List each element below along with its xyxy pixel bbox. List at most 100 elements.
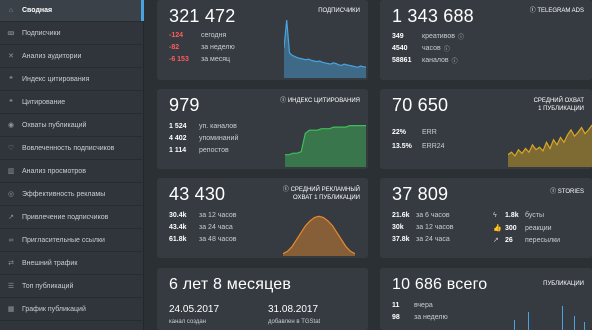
stat-value: 21.6k bbox=[392, 212, 410, 219]
info-icon: ⓘ bbox=[282, 187, 291, 193]
stat-label: за неделю bbox=[201, 44, 235, 51]
sidebar-item-label: Сводная bbox=[22, 7, 53, 14]
stat-row: 21.6k за 6 часов bbox=[392, 212, 450, 219]
stat-row: 1 524 уп. каналов bbox=[169, 123, 237, 130]
stat-row: 30.4k за 12 часов bbox=[169, 212, 237, 219]
stat-value: 1 114 bbox=[169, 147, 187, 154]
subscribers-caption: ПОДПИСЧИКИ bbox=[318, 8, 360, 14]
card-citation-index[interactable]: 979 ⓘ ИНДЕКС ЦИТИРОВАНИЯ 1 524 уп. канало… bbox=[157, 89, 368, 169]
x-icon: ✕ bbox=[8, 53, 14, 60]
info-icon: ⓘ bbox=[280, 98, 288, 104]
stat-label: бусты bbox=[525, 212, 545, 219]
card-ad-reach[interactable]: 43 430 ⓘ СРЕДНИЙ РЕКЛАМНЫЙ ОХВАТ 1 ПУБЛИК… bbox=[157, 178, 368, 258]
traffic-icon: ⇄ bbox=[8, 260, 14, 267]
bolt-icon: ϟ bbox=[493, 212, 497, 219]
stat-value: -82 bbox=[169, 44, 180, 51]
stat-row: ϟ 1.8k бусты bbox=[493, 212, 544, 219]
list-icon: ☰ bbox=[7, 283, 15, 290]
stat-value: 1 524 bbox=[169, 123, 187, 130]
stat-value: 4 402 bbox=[169, 135, 187, 142]
publication-bar bbox=[584, 322, 585, 330]
publication-bar bbox=[562, 306, 563, 330]
sidebar-item-label: Топ публикаций bbox=[22, 283, 74, 290]
sidebar-item-label: Вовлеченность подписчиков bbox=[22, 145, 115, 152]
stat-label: каналов bbox=[422, 57, 449, 64]
stat-row: ↗ 26 пересылки bbox=[493, 236, 560, 245]
card-stories[interactable]: 37 809 ⓘ STORIES 21.6k за 6 часов 30k за 1… bbox=[380, 178, 592, 258]
stat-label: за 12 часов bbox=[199, 212, 237, 219]
stat-label: за месяц bbox=[201, 56, 231, 63]
stat-row: 30k за 12 часов bbox=[392, 224, 454, 231]
citation-area bbox=[285, 125, 366, 167]
chart-icon: ▥ bbox=[7, 168, 15, 175]
stat-label: упоминаний bbox=[199, 135, 239, 142]
trend-icon: ↗ bbox=[8, 214, 14, 221]
stat-row: 98 за неделю bbox=[392, 314, 448, 321]
target-icon: ◎ bbox=[7, 191, 15, 198]
created-label: канал создан bbox=[169, 319, 207, 325]
stat-label: за 24 часа bbox=[199, 224, 233, 231]
card-average-reach[interactable]: 70 650 СРЕДНИЙ ОХВАТ 1 ПУБЛИКАЦИИ 22% ERR … bbox=[380, 89, 592, 169]
telegram-ads-caption: ⓘ TELEGRAM ADS bbox=[529, 8, 584, 14]
card-publications[interactable]: 10 686 всего ПУБЛИКАЦИИ 11 вчера 98 за нед… bbox=[380, 268, 592, 330]
sidebar-item[interactable]: ∞ Пригласительные ссылки bbox=[0, 230, 144, 252]
stat-label: ERR bbox=[422, 129, 437, 136]
sidebar-item[interactable]: ❝ Индекс цитирования bbox=[0, 69, 144, 91]
stat-row: 1 114 репостов bbox=[169, 147, 229, 154]
stat-label: реакции bbox=[525, 224, 552, 232]
stat-label: за 24 часа bbox=[416, 236, 450, 243]
sidebar-item[interactable]: ✕ Анализ аудитории bbox=[0, 46, 144, 68]
ad-reach-area bbox=[283, 216, 355, 256]
info-icon: ⓘ bbox=[443, 47, 450, 53]
card-channel-age[interactable]: 6 лет 8 месяцев 24.05.2017 канал создан … bbox=[157, 268, 368, 330]
sidebar-item-label: Охваты публикаций bbox=[22, 122, 87, 129]
card-subscribers[interactable]: 321 472 ПОДПИСЧИКИ -124 сегодня -82 за нед… bbox=[157, 0, 368, 80]
card-telegram-ads[interactable]: 1 343 688 ⓘ TELEGRAM ADS 349 креативов ⓘ 4… bbox=[380, 0, 592, 80]
stat-label: сегодня bbox=[201, 32, 227, 39]
sidebar-item[interactable]: ⌂ Сводная bbox=[0, 0, 144, 22]
graph-icon: ▦ bbox=[7, 306, 15, 313]
link-icon: ∞ bbox=[8, 237, 14, 244]
publications-caption: ПУБЛИКАЦИИ bbox=[543, 281, 584, 287]
sidebar-item-label: Привлечение подписчиков bbox=[22, 214, 109, 221]
stat-row: -82 за неделю bbox=[169, 44, 235, 51]
created-date: 24.05.2017 bbox=[169, 304, 220, 315]
stat-value: 30.4k bbox=[169, 212, 187, 219]
reach-value: 70 650 bbox=[392, 95, 449, 115]
stat-label: репостов bbox=[199, 147, 229, 154]
stat-row: 349 креативов ⓘ bbox=[392, 32, 464, 41]
subscribers-value: 321 472 bbox=[169, 6, 236, 26]
publication-bar bbox=[514, 320, 515, 330]
stories-value: 37 809 bbox=[392, 184, 449, 204]
stat-label: ERR24 bbox=[422, 143, 445, 150]
ad-reach-sparkline bbox=[283, 215, 355, 256]
sidebar-item-label: Анализ просмотров bbox=[22, 168, 86, 175]
sidebar-item[interactable]: ☰ Топ публикаций bbox=[0, 276, 144, 298]
users-icon: ꙭ bbox=[7, 30, 15, 37]
sidebar-item-label: Эффективность рекламы bbox=[22, 191, 106, 198]
stat-value: 22% bbox=[392, 129, 407, 136]
stat-row: -6 153 за месяц bbox=[169, 56, 230, 63]
sidebar-item[interactable]: ▦ График публикаций bbox=[0, 299, 144, 321]
stat-row: 58861 каналов ⓘ bbox=[392, 56, 458, 65]
sidebar-item[interactable]: ▥ Анализ просмотров bbox=[0, 161, 144, 183]
stat-row: 11 вчера bbox=[392, 302, 433, 309]
added-label: добавлен в TGStat bbox=[268, 319, 321, 325]
reach-sparkline bbox=[508, 124, 592, 167]
sidebar-item[interactable]: ◉ Охваты публикаций bbox=[0, 115, 144, 137]
stat-value: 43.4k bbox=[169, 224, 187, 231]
added-date: 31.08.2017 bbox=[268, 304, 319, 315]
citation-value: 979 bbox=[169, 95, 200, 115]
sidebar-item[interactable]: ◎ Эффективность рекламы bbox=[0, 184, 144, 206]
stat-label: за 12 часов bbox=[416, 224, 454, 231]
stat-label: вчера bbox=[414, 302, 433, 309]
stat-label: креативов bbox=[422, 33, 455, 40]
sidebar-item[interactable]: ↗ Привлечение подписчиков bbox=[0, 207, 144, 229]
sidebar-item[interactable]: ♡ Вовлеченность подписчиков bbox=[0, 138, 144, 160]
info-icon: ⓘ bbox=[451, 59, 458, 65]
sidebar-item-label: Цитирование bbox=[22, 99, 66, 106]
sidebar-item[interactable]: ꙭ Подписчики bbox=[0, 23, 144, 45]
sidebar-item[interactable]: ❝ Цитирование bbox=[0, 92, 144, 114]
share-icon: ↗ bbox=[493, 237, 499, 244]
sidebar-item[interactable]: ⇄ Внешний трафик bbox=[0, 253, 144, 275]
